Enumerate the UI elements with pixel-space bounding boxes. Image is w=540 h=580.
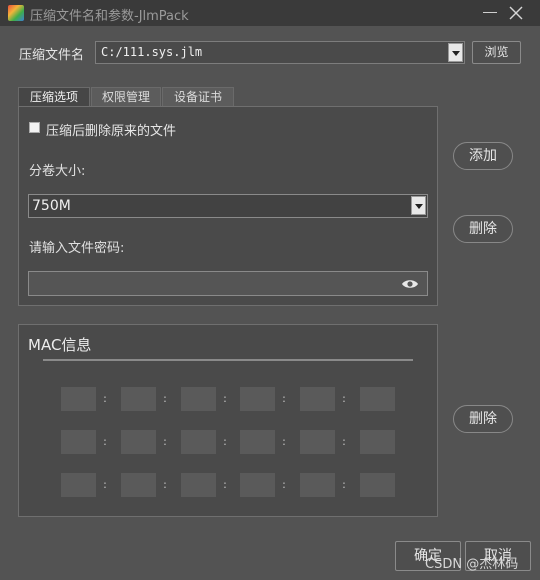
mac-byte-field[interactable]	[61, 387, 96, 411]
mac-byte-field[interactable]	[240, 473, 275, 497]
mac-separator: :	[342, 478, 346, 491]
password-input[interactable]	[28, 271, 428, 296]
mac-separator: :	[163, 435, 167, 448]
tab-permissions[interactable]: 权限管理	[91, 87, 161, 107]
file-name-combo[interactable]: C:/111.sys.jlm	[95, 41, 465, 64]
file-name-value: C:/111.sys.jlm	[101, 45, 203, 59]
mac-byte-field[interactable]	[240, 387, 275, 411]
mac-byte-field[interactable]	[181, 430, 216, 454]
mac-byte-field[interactable]	[300, 430, 335, 454]
mac-byte-field[interactable]	[360, 473, 395, 497]
delete-after-checkbox[interactable]	[29, 122, 40, 133]
mac-byte-field[interactable]	[121, 387, 156, 411]
delete-button[interactable]: 删除	[453, 215, 513, 243]
mac-separator: :	[282, 478, 286, 491]
mac-separator: :	[282, 392, 286, 405]
mac-byte-field[interactable]	[121, 430, 156, 454]
mac-separator: :	[223, 478, 227, 491]
mac-separator: :	[103, 392, 107, 405]
mac-byte-field[interactable]	[181, 473, 216, 497]
mac-title: MAC信息	[28, 336, 92, 354]
mac-byte-field[interactable]	[360, 387, 395, 411]
split-size-value: 750M	[32, 198, 71, 214]
mac-byte-field[interactable]	[300, 473, 335, 497]
watermark: CSDN @杰林码	[425, 557, 519, 572]
file-name-label: 压缩文件名	[19, 48, 85, 63]
mac-separator: :	[223, 392, 227, 405]
add-button[interactable]: 添加	[453, 142, 513, 170]
delete-after-label[interactable]: 压缩后删除原来的文件	[46, 120, 176, 139]
eye-icon[interactable]	[401, 277, 419, 291]
tab-device-certificate[interactable]: 设备证书	[162, 87, 234, 107]
mac-byte-field[interactable]	[240, 430, 275, 454]
close-icon[interactable]	[506, 3, 526, 23]
mac-separator: :	[342, 392, 346, 405]
mac-separator: :	[163, 478, 167, 491]
mac-byte-field[interactable]	[61, 473, 96, 497]
mac-divider	[43, 359, 413, 361]
mac-byte-field[interactable]	[61, 430, 96, 454]
split-size-label: 分卷大小:	[29, 164, 86, 179]
app-icon	[8, 5, 24, 21]
tab-compress-options[interactable]: 压缩选项	[18, 87, 90, 107]
delete-mac-button[interactable]: 删除	[453, 405, 513, 433]
password-label: 请输入文件密码:	[29, 241, 125, 256]
chevron-down-icon[interactable]	[411, 196, 426, 215]
mac-separator: :	[223, 435, 227, 448]
mac-separator: :	[342, 435, 346, 448]
mac-separator: :	[282, 435, 286, 448]
window-title: 压缩文件名和参数-JlmPack	[30, 9, 189, 24]
mac-byte-field[interactable]	[360, 430, 395, 454]
mac-byte-field[interactable]	[181, 387, 216, 411]
minimize-icon[interactable]	[483, 12, 497, 13]
browse-button[interactable]: 浏览	[472, 41, 521, 64]
mac-separator: :	[103, 435, 107, 448]
mac-byte-field[interactable]	[300, 387, 335, 411]
mac-byte-field[interactable]	[121, 473, 156, 497]
mac-separator: :	[103, 478, 107, 491]
split-size-combo[interactable]: 750M	[28, 194, 428, 218]
chevron-down-icon[interactable]	[448, 43, 463, 62]
mac-separator: :	[163, 392, 167, 405]
